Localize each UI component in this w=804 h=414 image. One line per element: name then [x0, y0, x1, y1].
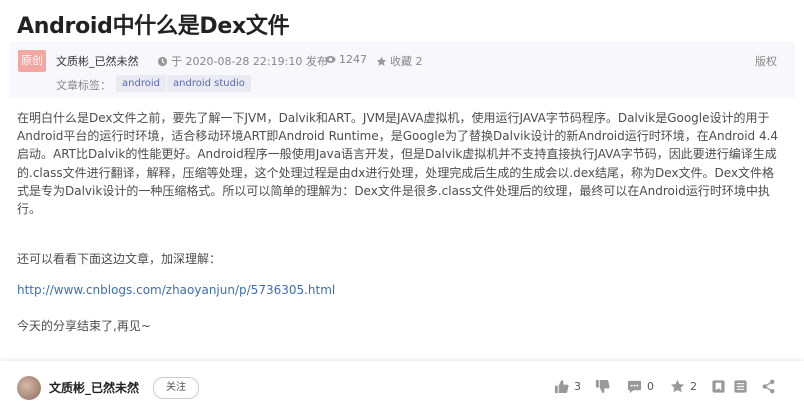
eye-icon — [325, 56, 336, 63]
star-icon — [670, 379, 685, 393]
tags-label: 文章标签： — [56, 79, 111, 92]
dislike-button[interactable] — [595, 379, 610, 394]
favorite-button[interactable]: 2 — [670, 379, 697, 394]
article-page: Android中什么是Dex文件 原创 文质彬_已然未然 于 2020-08-2… — [0, 0, 804, 414]
publish-date-text: 于 2020-08-28 22:19:10 发布 — [171, 55, 328, 68]
view-count-text: 1247 — [339, 53, 367, 66]
original-badge: 原创 — [18, 50, 46, 72]
publish-date: 于 2020-08-28 22:19:10 发布 — [157, 53, 328, 69]
list-button[interactable] — [733, 379, 748, 394]
tag-android[interactable]: android — [116, 75, 166, 92]
article-body: 在明白什么是Dex文件之前，要先了解一下JVM，Dalvik和ART。JVM是J… — [17, 109, 783, 218]
list-icon — [734, 380, 747, 393]
avatar[interactable] — [17, 376, 41, 400]
reference-link[interactable]: http://www.cnblogs.com/zhaoyanjun/p/5736… — [17, 283, 335, 297]
like-count: 3 — [574, 380, 581, 393]
copyright-link[interactable]: 版权 — [755, 53, 777, 69]
follow-button[interactable]: 关注 — [153, 377, 199, 399]
share-icon — [762, 379, 775, 394]
share-button[interactable] — [761, 379, 776, 394]
star-count: 2 — [690, 380, 697, 393]
star-icon — [376, 56, 387, 66]
favorite-count-text: 收藏 2 — [390, 55, 423, 68]
clock-icon — [157, 56, 168, 66]
paragraph-1: 在明白什么是Dex文件之前，要先了解一下JVM，Dalvik和ART。JVM是J… — [17, 111, 779, 217]
article-title: Android中什么是Dex文件 — [17, 14, 290, 39]
toolbar-author-name[interactable]: 文质彬_已然未然 — [49, 379, 139, 396]
like-button[interactable]: 3 — [554, 379, 581, 394]
paragraph-3: 今天的分享结束了,再见~ — [17, 319, 151, 333]
thumbs-down-icon — [595, 379, 610, 394]
bottom-toolbar: 文质彬_已然未然 关注 3 0 2 — [0, 361, 804, 414]
tag-android-studio[interactable]: android studio — [167, 75, 251, 92]
comment-icon — [627, 380, 642, 394]
bookmark-icon — [712, 380, 725, 393]
comment-button[interactable]: 0 — [627, 379, 654, 394]
comment-count: 0 — [647, 380, 654, 393]
author-link[interactable]: 文质彬_已然未然 — [56, 53, 139, 69]
view-count: 1247 — [325, 53, 367, 66]
paragraph-2: 还可以看看下面这边文章，加深理解： — [17, 252, 222, 266]
article-meta: 原创 文质彬_已然未然 于 2020-08-28 22:19:10 发布 124… — [10, 42, 795, 98]
collection-button[interactable] — [711, 379, 726, 394]
thumbs-up-icon — [554, 379, 569, 394]
favorite-count[interactable]: 收藏 2 — [376, 53, 423, 69]
